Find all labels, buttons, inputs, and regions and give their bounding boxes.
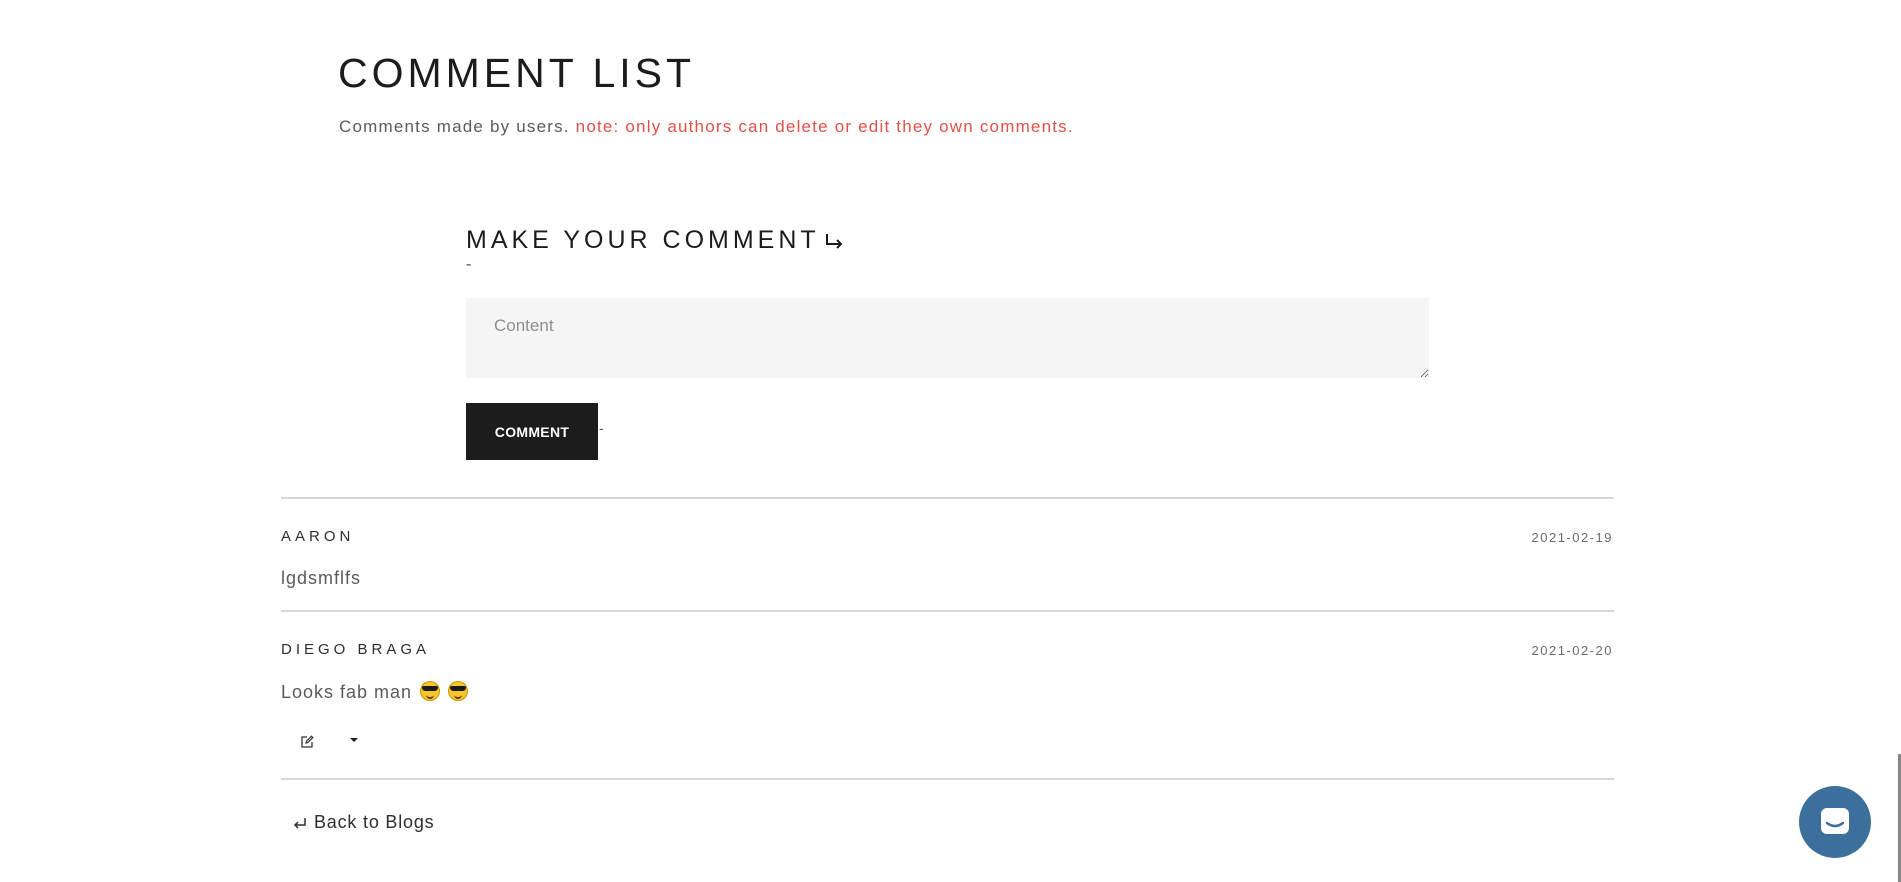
comment-submit-button[interactable]: COMMENT — [466, 403, 598, 460]
button-dash: - — [599, 420, 604, 436]
arrow-down-right-icon — [825, 233, 843, 249]
page-subtitle: Comments made by users. note: only autho… — [339, 117, 1074, 137]
comment-author: DIEGO BRAGA — [281, 641, 431, 658]
comment-date: 2021-02-19 — [1531, 530, 1613, 545]
caret-down-icon[interactable] — [350, 738, 358, 742]
comment-content-field[interactable] — [466, 298, 1429, 378]
comment-text-row: Looks fab man — [281, 681, 469, 703]
page-title: COMMENT LIST — [338, 50, 696, 96]
comment-form-title: MAKE YOUR COMMENT — [466, 226, 846, 255]
comment-form-title-text: MAKE YOUR COMMENT — [466, 226, 820, 254]
back-to-blogs-link[interactable]: Back to Blogs — [292, 812, 434, 833]
subtitle-note: note: only authors can delete or edit th… — [575, 117, 1074, 136]
chat-launcher-button[interactable] — [1799, 786, 1871, 858]
chat-icon — [1821, 808, 1849, 834]
form-dash: - — [466, 256, 472, 273]
edit-icon[interactable] — [300, 735, 314, 749]
smiling-face-with-sunglasses-icon — [448, 681, 469, 701]
comment-divider — [281, 778, 1614, 780]
subtitle-text: Comments made by users. — [339, 117, 570, 136]
comment-divider — [281, 610, 1614, 612]
comment-divider — [281, 497, 1614, 499]
back-to-blogs-label: Back to Blogs — [314, 812, 435, 832]
comment-text: Looks fab man — [281, 682, 413, 702]
smiling-face-with-sunglasses-icon — [420, 681, 441, 701]
comment-date: 2021-02-20 — [1531, 643, 1613, 658]
comment-text: lgdsmflfs — [281, 568, 362, 588]
return-arrow-icon — [293, 817, 306, 829]
comment-author: AARON — [281, 528, 355, 545]
